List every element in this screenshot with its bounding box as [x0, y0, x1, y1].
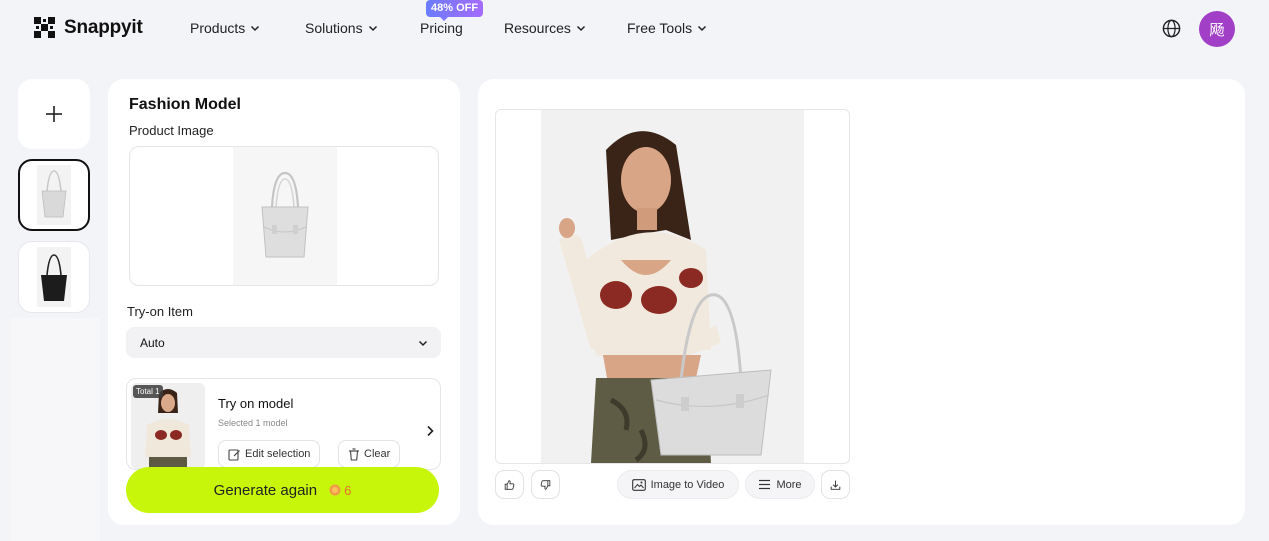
generated-model-photo — [541, 110, 804, 463]
credits-cost: 6 — [329, 483, 351, 498]
white-handbag-thumbnail — [37, 165, 71, 225]
total-badge: Total 1 — [133, 385, 163, 398]
nav-resources[interactable]: Resources — [504, 18, 586, 38]
chevron-down-icon — [576, 25, 585, 32]
more-button[interactable]: More — [745, 470, 815, 499]
model-card-title: Try on model — [218, 396, 294, 411]
promo-badge: 48% OFF — [426, 0, 484, 21]
plus-icon — [46, 106, 62, 122]
brand-logo[interactable]: Snappyit — [34, 15, 143, 41]
nav-pricing-label: Pricing — [420, 20, 463, 36]
white-handbag-image — [261, 171, 309, 258]
nav-products-label: Products — [190, 20, 246, 36]
tryon-item-select[interactable]: Auto — [126, 327, 441, 358]
generate-again-label: Generate again — [213, 481, 318, 499]
history-item-white-bag[interactable] — [18, 159, 90, 231]
clear-label: Clear — [364, 448, 391, 460]
thumbs-down-icon — [540, 479, 551, 490]
nav-free-tools[interactable]: Free Tools — [627, 18, 707, 38]
credits-value: 6 — [344, 482, 352, 498]
tryon-item-label: Try-on Item — [127, 304, 193, 319]
model-card: Total 1 Try on model Selected 1 model Ed… — [126, 378, 441, 470]
nav-pricing[interactable]: Pricing — [420, 18, 463, 38]
coin-icon — [329, 484, 341, 496]
trash-icon — [349, 447, 359, 461]
image-video-icon — [631, 478, 646, 491]
model-thumbnail: Total 1 — [131, 383, 205, 469]
history-item-black-bag[interactable] — [18, 241, 90, 313]
model-card-subtitle: Selected 1 model — [218, 418, 288, 428]
download-icon — [830, 480, 841, 490]
top-navigation: Snappyit Products Solutions 48% OFF Pric… — [0, 0, 1269, 58]
nav-resources-label: Resources — [504, 20, 571, 36]
result-image — [541, 110, 804, 463]
logo-icon — [34, 17, 55, 38]
nav-free-tools-label: Free Tools — [627, 20, 693, 36]
tryon-item-value: Auto — [140, 335, 165, 350]
chevron-down-icon — [368, 25, 377, 32]
edit-icon — [228, 448, 240, 461]
result-image-frame[interactable] — [495, 109, 850, 464]
result-panel: Image to Video More — [478, 79, 1245, 525]
panel-title: Fashion Model — [129, 96, 241, 113]
nav-products[interactable]: Products — [190, 18, 260, 38]
chevron-down-icon — [251, 25, 260, 32]
image-to-video-label: Image to Video — [650, 478, 725, 491]
chevron-right-icon[interactable] — [425, 425, 435, 437]
new-generation-button[interactable] — [18, 79, 90, 149]
nav-solutions[interactable]: Solutions — [305, 18, 378, 38]
edit-selection-label: Edit selection — [245, 448, 311, 460]
globe-icon[interactable] — [1161, 18, 1182, 39]
clear-button[interactable]: Clear — [338, 440, 401, 468]
user-avatar[interactable]: 飏 — [1199, 11, 1235, 47]
brand-name: Snappyit — [64, 17, 143, 38]
generate-again-button[interactable]: Generate again 6 — [126, 467, 439, 513]
black-handbag-thumbnail — [37, 247, 71, 307]
history-column — [10, 318, 100, 541]
image-to-video-button[interactable]: Image to Video — [617, 470, 739, 499]
product-image-label: Product Image — [129, 123, 214, 138]
like-button[interactable] — [495, 470, 524, 499]
menu-icon — [759, 479, 771, 490]
download-button[interactable] — [821, 470, 850, 499]
chevron-down-icon — [418, 340, 428, 346]
edit-selection-button[interactable]: Edit selection — [218, 440, 321, 468]
more-label: More — [776, 478, 802, 491]
product-image — [233, 147, 337, 285]
thumbs-up-icon — [504, 479, 515, 490]
chevron-down-icon — [698, 25, 707, 32]
product-image-box[interactable] — [129, 146, 439, 286]
nav-solutions-label: Solutions — [305, 20, 363, 36]
settings-panel: Fashion Model Product Image Try-on Item … — [108, 79, 460, 525]
dislike-button[interactable] — [531, 470, 560, 499]
